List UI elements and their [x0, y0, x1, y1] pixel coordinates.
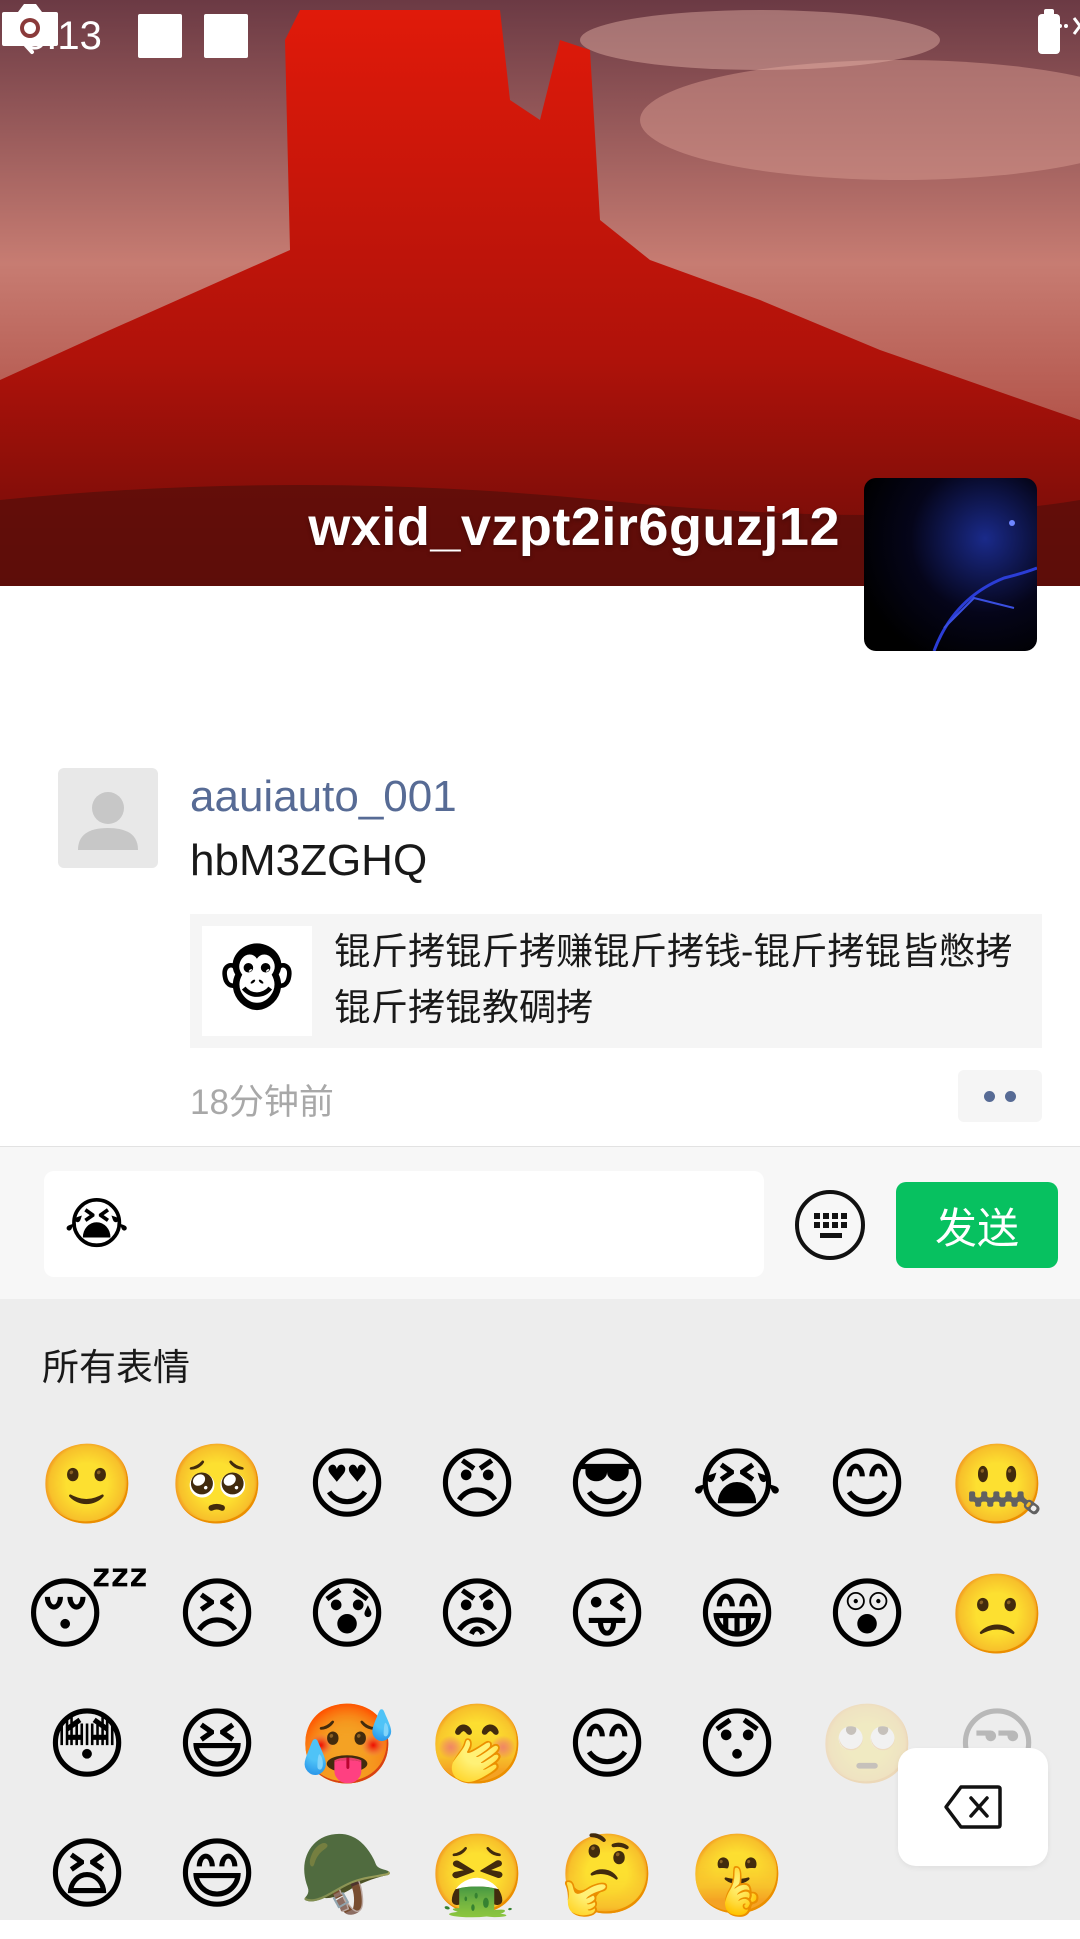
post-text: hbM3ZGHQ	[190, 836, 428, 885]
backspace-icon	[944, 1785, 1002, 1829]
notification-icon	[204, 14, 248, 58]
dot-icon	[1005, 1090, 1016, 1102]
emoji-item[interactable]: 😜	[542, 1549, 672, 1679]
emoji-delete-button[interactable]	[898, 1748, 1048, 1866]
emoji-item[interactable]: 😁	[672, 1549, 802, 1679]
camera-icon[interactable]	[0, 0, 60, 48]
comment-input[interactable]: 😭	[44, 1171, 764, 1277]
post-timestamp: 18分钟前	[190, 1083, 334, 1122]
notification-icon	[138, 14, 182, 58]
dot-icon	[984, 1090, 995, 1102]
post-author-avatar[interactable]	[58, 768, 158, 868]
emoji-item[interactable]: 🥵	[282, 1679, 412, 1809]
emoji-item[interactable]: 🙂	[22, 1419, 152, 1549]
emoji-item[interactable]: 🙁	[932, 1549, 1062, 1679]
emoji-panel-title: 所有表情	[42, 1347, 190, 1388]
emoji-item[interactable]: 😡	[412, 1549, 542, 1679]
emoji-item[interactable]: 😍	[282, 1419, 412, 1549]
post-author-name[interactable]: aauiauto_001	[190, 772, 457, 822]
comment-input-bar: 😭 发送	[0, 1146, 1080, 1300]
more-actions-button[interactable]	[958, 1070, 1042, 1122]
shared-link-card[interactable]: 🐵 锟斤拷锟斤拷赚锟斤拷钱-锟斤拷锟皆憋拷锟斤拷锟教碉拷	[190, 914, 1042, 1048]
emoji-item[interactable]: 😣	[152, 1549, 282, 1679]
shared-link-thumbnail: 🐵	[202, 926, 312, 1036]
comment-input-value: 😭	[64, 1192, 130, 1255]
emoji-item[interactable]: 🤐	[932, 1419, 1062, 1549]
emoji-item[interactable]: 😎	[542, 1419, 672, 1549]
shared-link-title: 锟斤拷锟斤拷赚锟斤拷钱-锟斤拷锟皆憋拷锟斤拷锟教碉拷	[334, 931, 1013, 1028]
emoji-item[interactable]: 😠	[412, 1419, 542, 1549]
emoji-item[interactable]: 😴	[22, 1549, 152, 1679]
emoji-item[interactable]: 😲	[802, 1549, 932, 1679]
default-avatar-icon	[78, 792, 138, 850]
emoji-item[interactable]: 😆	[152, 1679, 282, 1809]
emoji-item[interactable]: 😳	[22, 1679, 152, 1809]
battery-icon	[1038, 9, 1060, 54]
emoji-item[interactable]: 😯	[672, 1679, 802, 1809]
send-button[interactable]: 发送	[896, 1182, 1058, 1268]
emoji-item[interactable]: 😊	[542, 1679, 672, 1809]
emoji-item[interactable]: 😰	[282, 1549, 412, 1679]
emoji-item[interactable]: 🤭	[412, 1679, 542, 1809]
emoji-item[interactable]: 😊	[802, 1419, 932, 1549]
profile-name: wxid_vzpt2ir6guzj12	[308, 497, 840, 557]
status-bar: 5:13	[0, 0, 1080, 76]
emoji-item[interactable]: 🥺	[152, 1419, 282, 1549]
keyboard-toggle-icon[interactable]	[794, 1189, 866, 1261]
profile-avatar[interactable]	[864, 478, 1037, 651]
emoji-item[interactable]: 😭	[672, 1419, 802, 1549]
